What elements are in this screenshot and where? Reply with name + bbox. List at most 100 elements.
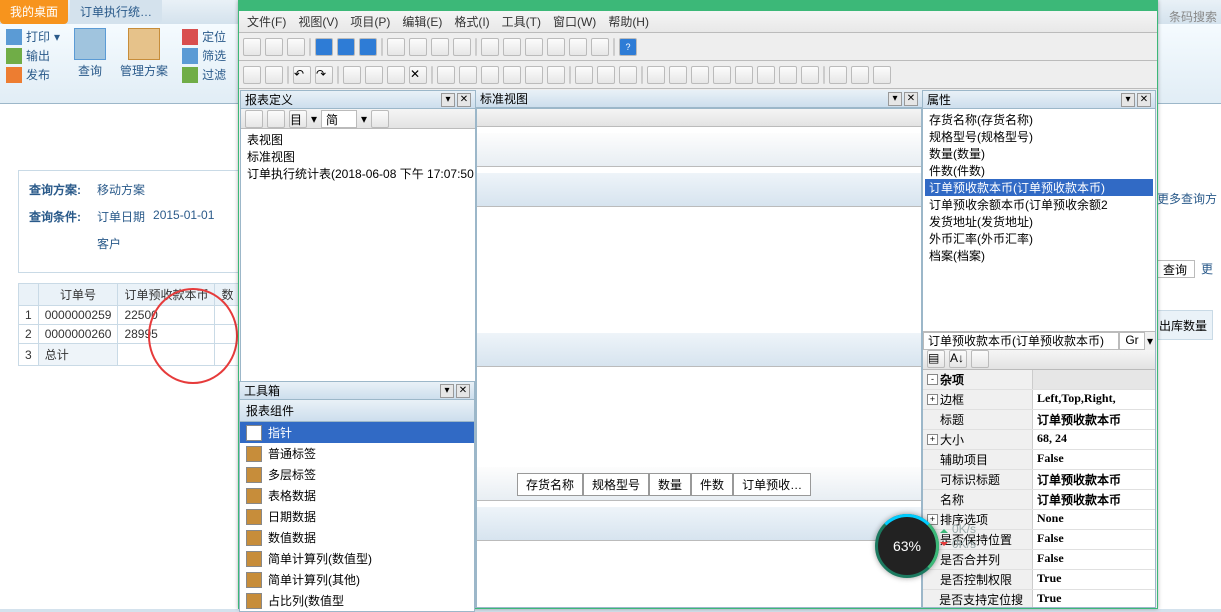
prop-row[interactable]: 是否支持定位搜索True [923, 590, 1155, 608]
field-item[interactable]: 数量(数量) [925, 145, 1153, 162]
tb-icon[interactable] [453, 38, 471, 56]
field-item[interactable]: 规格型号(规格型号) [925, 128, 1153, 145]
tb-icon[interactable] [569, 38, 587, 56]
tree-item[interactable]: 标准视图 [243, 148, 473, 165]
tb-icon[interactable]: ? [619, 38, 637, 56]
perf-monitor[interactable]: 63% [875, 514, 939, 578]
format-icon[interactable] [597, 66, 615, 84]
table-row[interactable]: 1000000025922500 [19, 306, 240, 325]
col-qty[interactable]: 数 [215, 284, 240, 306]
cut-icon[interactable] [343, 66, 361, 84]
menu-help[interactable]: 帮助(H) [608, 13, 649, 30]
simple-select[interactable]: 简 [321, 110, 357, 128]
prop-row[interactable]: 是否合并列False [923, 550, 1155, 570]
prop-row[interactable]: 是否控制权限True [923, 570, 1155, 590]
field-item-selected[interactable]: 订单预收款本币(订单预收款本币) [925, 179, 1153, 196]
layout-icon[interactable] [779, 66, 797, 84]
prop-row[interactable]: 名称订单预收款本币 [923, 490, 1155, 510]
prop-group[interactable]: 杂项 [940, 371, 964, 388]
query-button[interactable]: 查询 [74, 28, 106, 99]
filter2-button[interactable]: 过滤 [182, 66, 226, 83]
tree-item[interactable]: 表视图 [243, 131, 473, 148]
prop-row[interactable]: +大小68, 24 [923, 430, 1155, 450]
pin-icon[interactable]: ▾ [1121, 93, 1135, 107]
tb-icon[interactable] [265, 66, 283, 84]
field-item[interactable]: 订单预收余额本币(订单预收余额2 [925, 196, 1153, 213]
layout-icon[interactable] [669, 66, 687, 84]
menu-window[interactable]: 窗口(W) [553, 13, 596, 30]
tb-icon[interactable] [481, 38, 499, 56]
menu-format[interactable]: 格式(I) [454, 13, 489, 30]
tb-icon[interactable] [245, 110, 263, 128]
copy-icon[interactable] [365, 66, 383, 84]
toolbox-item[interactable]: 表格数据 [240, 485, 474, 506]
align-icon[interactable] [459, 66, 477, 84]
paste-icon[interactable] [387, 66, 405, 84]
query-submit-button[interactable]: 查询 [1155, 260, 1195, 278]
col-order-no[interactable]: 订单号 [38, 284, 118, 306]
layout-icon[interactable] [757, 66, 775, 84]
field-item[interactable]: 存货名称(存货名称) [925, 111, 1153, 128]
plan-button[interactable]: 管理方案 [120, 28, 168, 99]
design-surface[interactable]: 存货名称 规格型号 数量 件数 订单预收… te() [476, 108, 922, 608]
field-item[interactable]: 外币汇率(外币汇率) [925, 230, 1153, 247]
tb-icon[interactable] [431, 38, 449, 56]
field-list[interactable]: 存货名称(存货名称) 规格型号(规格型号) 数量(数量) 件数(件数) 订单预收… [923, 109, 1155, 331]
align-icon[interactable] [503, 66, 521, 84]
sort-icon[interactable]: ▤ [927, 350, 945, 368]
table-row[interactable]: 2000000026028995 [19, 325, 240, 344]
menu-file[interactable]: 文件(F) [247, 13, 286, 30]
toolbox-item[interactable]: 简单计算列(数值型) [240, 548, 474, 569]
field-item[interactable]: 档案(档案) [925, 247, 1153, 264]
toolbox-item[interactable]: 数值数据 [240, 527, 474, 548]
tb-icon[interactable] [525, 38, 543, 56]
layout-icon[interactable] [647, 66, 665, 84]
undo-icon[interactable]: ↶ [293, 66, 311, 84]
align-icon[interactable] [547, 66, 565, 84]
toolbox-group[interactable]: 报表组件 [240, 400, 474, 422]
close-icon[interactable]: ✕ [904, 92, 918, 106]
selected-field-input[interactable] [923, 332, 1119, 350]
align-icon[interactable] [481, 66, 499, 84]
print-button[interactable]: 打印 ▾ [6, 28, 60, 45]
field-item[interactable]: 发货地址(发货地址) [925, 213, 1153, 230]
layout-icon[interactable] [873, 66, 891, 84]
export-button[interactable]: 输出 [6, 47, 60, 64]
tb-icon[interactable] [265, 38, 283, 56]
toolbox-item[interactable]: 普通标签 [240, 443, 474, 464]
toolbox-item[interactable]: 指针 [240, 422, 474, 443]
prop-row[interactable]: 辅助项目False [923, 450, 1155, 470]
menu-tools[interactable]: 工具(T) [502, 13, 541, 30]
locate-button[interactable]: 定位 [182, 28, 226, 45]
field-item[interactable]: 件数(件数) [925, 162, 1153, 179]
align-icon[interactable] [525, 66, 543, 84]
pin-icon[interactable]: ▾ [440, 384, 454, 398]
tb-icon[interactable] [387, 38, 405, 56]
format-icon[interactable] [575, 66, 593, 84]
layout-icon[interactable] [713, 66, 731, 84]
prop-row[interactable]: 标题订单预收款本币 [923, 410, 1155, 430]
tb-icon[interactable] [337, 38, 355, 56]
gr-button[interactable]: Gr [1119, 332, 1145, 350]
tb-icon[interactable] [267, 110, 285, 128]
tb-icon[interactable] [547, 38, 565, 56]
tb-icon[interactable] [503, 38, 521, 56]
tb-icon[interactable] [287, 38, 305, 56]
close-icon[interactable]: ✕ [457, 93, 471, 107]
menu-edit[interactable]: 编辑(E) [402, 13, 442, 30]
dropdown-icon[interactable]: ▾ [888, 92, 902, 106]
barcode-search[interactable]: 条码搜索 [1169, 8, 1217, 25]
filter-button[interactable]: 筛选 [182, 47, 226, 64]
tb-icon[interactable] [409, 38, 427, 56]
toolbox-item[interactable]: 日期数据 [240, 506, 474, 527]
tab-order-stats[interactable]: 订单执行统… [70, 0, 162, 24]
tab-desktop[interactable]: 我的桌面 [0, 0, 68, 24]
redo-icon[interactable]: ↷ [315, 66, 333, 84]
table-row[interactable]: 3总计 [19, 344, 240, 366]
col-out-qty[interactable]: 出库数量 [1153, 310, 1213, 340]
toolbox-item[interactable]: 占比列(数值型 [240, 590, 474, 611]
delete-icon[interactable]: ✕ [409, 66, 427, 84]
close-icon[interactable]: ✕ [1137, 93, 1151, 107]
prop-row[interactable]: 可标识标题订单预收款本币 [923, 470, 1155, 490]
toolbox-item[interactable]: 简单计算列(其他) [240, 569, 474, 590]
